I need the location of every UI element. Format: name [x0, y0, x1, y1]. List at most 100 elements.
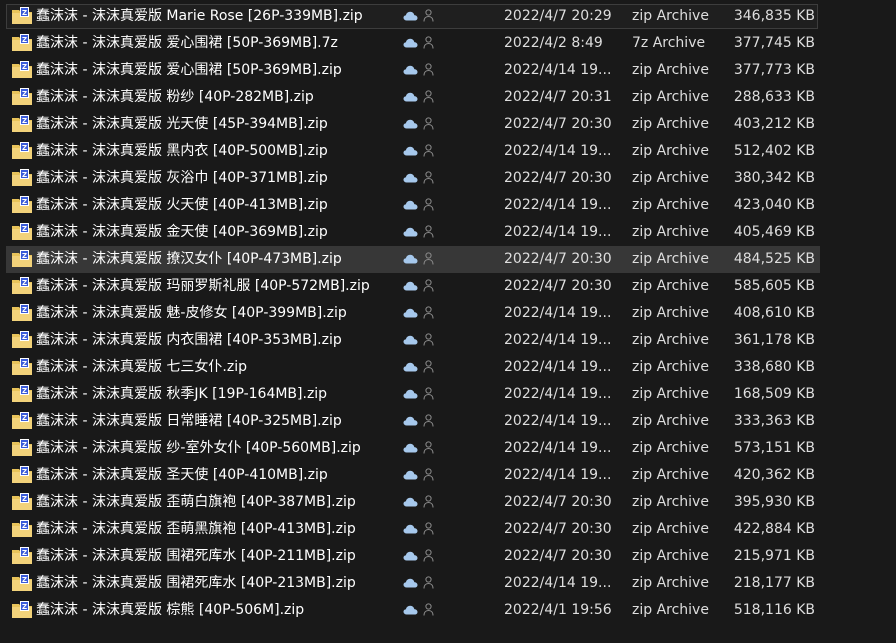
file-row[interactable]: Z 蠢沫沫 - 沫沫真爱版 火天使 [40P-413MB].zip 2022/4… [0, 192, 896, 219]
cloud-icon [403, 119, 418, 129]
svg-text:Z: Z [22, 495, 27, 503]
file-type: zip Archive [632, 305, 709, 321]
cloud-icon [403, 362, 418, 372]
file-name: 蠢沫沫 - 沫沫真爱版 秋季JK [19P-164MB].zip [36, 386, 328, 402]
zip-folder-icon: Z [12, 466, 32, 483]
file-date: 2022/4/14 19... [504, 413, 612, 429]
person-icon [423, 387, 434, 400]
file-type: zip Archive [632, 521, 709, 537]
file-type: zip Archive [632, 548, 709, 564]
file-row[interactable]: Z 蠢沫沫 - 沫沫真爱版 粉纱 [40P-282MB].zip 2022/4/… [0, 84, 896, 111]
file-type: zip Archive [632, 197, 709, 213]
file-row[interactable]: Z 蠢沫沫 - 沫沫真爱版 灰浴巾 [40P-371MB].zip 2022/4… [0, 165, 896, 192]
zip-folder-icon: Z [12, 169, 32, 186]
cloud-icon [403, 38, 418, 48]
file-row[interactable]: Z 蠢沫沫 - 沫沫真爱版 歪萌白旗袍 [40P-387MB].zip 2022… [0, 489, 896, 516]
zip-folder-icon: Z [12, 520, 32, 537]
file-size: 218,177 KB [733, 575, 815, 591]
file-date: 2022/4/7 20:31 [504, 89, 612, 105]
zip-folder-icon: Z [12, 88, 32, 105]
file-type: zip Archive [632, 170, 709, 186]
file-size: 338,680 KB [733, 359, 815, 375]
file-type: zip Archive [632, 8, 709, 24]
file-date: 2022/4/14 19... [504, 224, 612, 240]
file-row[interactable]: Z 蠢沫沫 - 沫沫真爱版 爱心围裙 [50P-369MB].7z 2022/4… [0, 30, 896, 57]
zip-folder-icon: Z [12, 304, 32, 321]
cloud-icon [403, 524, 418, 534]
file-date: 2022/4/14 19... [504, 467, 612, 483]
file-name: 蠢沫沫 - 沫沫真爱版 黑内衣 [40P-500MB].zip [36, 143, 328, 159]
file-row[interactable]: Z 蠢沫沫 - 沫沫真爱版 光天使 [45P-394MB].zip 2022/4… [0, 111, 896, 138]
file-size: 573,151 KB [733, 440, 815, 456]
file-row[interactable]: Z 蠢沫沫 - 沫沫真爱版 黑内衣 [40P-500MB].zip 2022/4… [0, 138, 896, 165]
file-row[interactable]: Z 蠢沫沫 - 沫沫真爱版 七三女仆.zip 2022/4/14 19... z… [0, 354, 896, 381]
svg-text:Z: Z [22, 198, 27, 206]
file-date: 2022/4/14 19... [504, 575, 612, 591]
zip-folder-icon: Z [12, 223, 32, 240]
file-name: 蠢沫沫 - 沫沫真爱版 魅-皮修女 [40P-399MB].zip [36, 305, 347, 321]
file-size: 380,342 KB [733, 170, 815, 186]
file-name: 蠢沫沫 - 沫沫真爱版 光天使 [45P-394MB].zip [36, 116, 328, 132]
cloud-icon [403, 335, 418, 345]
file-date: 2022/4/7 20:30 [504, 494, 612, 510]
file-row[interactable]: Z 蠢沫沫 - 沫沫真爱版 纱-室外女仆 [40P-560MB].zip 202… [0, 435, 896, 462]
cloud-icon [403, 308, 418, 318]
person-icon [423, 468, 434, 481]
file-type: zip Archive [632, 143, 709, 159]
file-size: 403,212 KB [733, 116, 815, 132]
file-size: 585,605 KB [733, 278, 815, 294]
file-type: zip Archive [632, 494, 709, 510]
file-row[interactable]: Z 蠢沫沫 - 沫沫真爱版 爱心围裙 [50P-369MB].zip 2022/… [0, 57, 896, 84]
file-size: 518,116 KB [733, 602, 815, 618]
file-type: zip Archive [632, 224, 709, 240]
svg-text:Z: Z [22, 522, 27, 530]
file-row[interactable]: Z 蠢沫沫 - 沫沫真爱版 金天使 [40P-369MB].zip 2022/4… [0, 219, 896, 246]
file-date: 2022/4/14 19... [504, 359, 612, 375]
svg-text:Z: Z [22, 90, 27, 98]
cloud-icon [403, 146, 418, 156]
file-name: 蠢沫沫 - 沫沫真爱版 歪萌白旗袍 [40P-387MB].zip [36, 494, 356, 510]
file-row[interactable]: Z 蠢沫沫 - 沫沫真爱版 歪萌黑旗袍 [40P-413MB].zip 2022… [0, 516, 896, 543]
file-name: 蠢沫沫 - 沫沫真爱版 粉纱 [40P-282MB].zip [36, 89, 314, 105]
file-size: 422,884 KB [733, 521, 815, 537]
file-row[interactable]: Z 蠢沫沫 - 沫沫真爱版 内衣围裙 [40P-353MB].zip 2022/… [0, 327, 896, 354]
file-row[interactable]: Z 蠢沫沫 - 沫沫真爱版 魅-皮修女 [40P-399MB].zip 2022… [0, 300, 896, 327]
file-name: 蠢沫沫 - 沫沫真爱版 Marie Rose [26P-339MB].zip [36, 8, 363, 24]
file-name: 蠢沫沫 - 沫沫真爱版 灰浴巾 [40P-371MB].zip [36, 170, 328, 186]
file-size: 346,835 KB [733, 8, 815, 24]
file-name: 蠢沫沫 - 沫沫真爱版 爱心围裙 [50P-369MB].zip [36, 62, 342, 78]
file-row[interactable]: Z 蠢沫沫 - 沫沫真爱版 日常睡裙 [40P-325MB].zip 2022/… [0, 408, 896, 435]
cloud-icon [403, 65, 418, 75]
file-type: zip Archive [632, 116, 709, 132]
person-icon [423, 360, 434, 373]
file-row[interactable]: Z 蠢沫沫 - 沫沫真爱版 棕熊 [40P-506M].zip 2022/4/1… [0, 597, 896, 624]
person-icon [423, 90, 434, 103]
file-type: zip Archive [632, 332, 709, 348]
file-row[interactable]: Z 蠢沫沫 - 沫沫真爱版 秋季JK [19P-164MB].zip 2022/… [0, 381, 896, 408]
svg-text:Z: Z [22, 144, 27, 152]
file-name: 蠢沫沫 - 沫沫真爱版 七三女仆.zip [36, 359, 247, 375]
file-name: 蠢沫沫 - 沫沫真爱版 日常睡裙 [40P-325MB].zip [36, 413, 342, 429]
person-icon [423, 576, 434, 589]
file-row[interactable]: Z 蠢沫沫 - 沫沫真爱版 撩汉女仆 [40P-473MB].zip 2022/… [0, 246, 896, 273]
file-size: 288,633 KB [733, 89, 815, 105]
file-name: 蠢沫沫 - 沫沫真爱版 圣天使 [40P-410MB].zip [36, 467, 328, 483]
svg-text:Z: Z [22, 360, 27, 368]
file-name: 蠢沫沫 - 沫沫真爱版 歪萌黑旗袍 [40P-413MB].zip [36, 521, 356, 537]
zip-folder-icon: Z [12, 196, 32, 213]
file-row[interactable]: Z 蠢沫沫 - 沫沫真爱版 Marie Rose [26P-339MB].zip… [0, 3, 896, 30]
person-icon [423, 252, 434, 265]
file-size: 512,402 KB [733, 143, 815, 159]
svg-text:Z: Z [22, 306, 27, 314]
file-row[interactable]: Z 蠢沫沫 - 沫沫真爱版 围裙死库水 [40P-213MB].zip 2022… [0, 570, 896, 597]
file-row[interactable]: Z 蠢沫沫 - 沫沫真爱版 玛丽罗斯礼服 [40P-572MB].zip 202… [0, 273, 896, 300]
file-row[interactable]: Z 蠢沫沫 - 沫沫真爱版 圣天使 [40P-410MB].zip 2022/4… [0, 462, 896, 489]
file-name: 蠢沫沫 - 沫沫真爱版 金天使 [40P-369MB].zip [36, 224, 328, 240]
svg-text:Z: Z [22, 441, 27, 449]
person-icon [423, 63, 434, 76]
file-row[interactable]: Z 蠢沫沫 - 沫沫真爱版 围裙死库水 [40P-211MB].zip 2022… [0, 543, 896, 570]
cloud-icon [403, 173, 418, 183]
file-name: 蠢沫沫 - 沫沫真爱版 围裙死库水 [40P-211MB].zip [36, 548, 356, 564]
zip-folder-icon: Z [12, 385, 32, 402]
file-date: 2022/4/14 19... [504, 332, 612, 348]
